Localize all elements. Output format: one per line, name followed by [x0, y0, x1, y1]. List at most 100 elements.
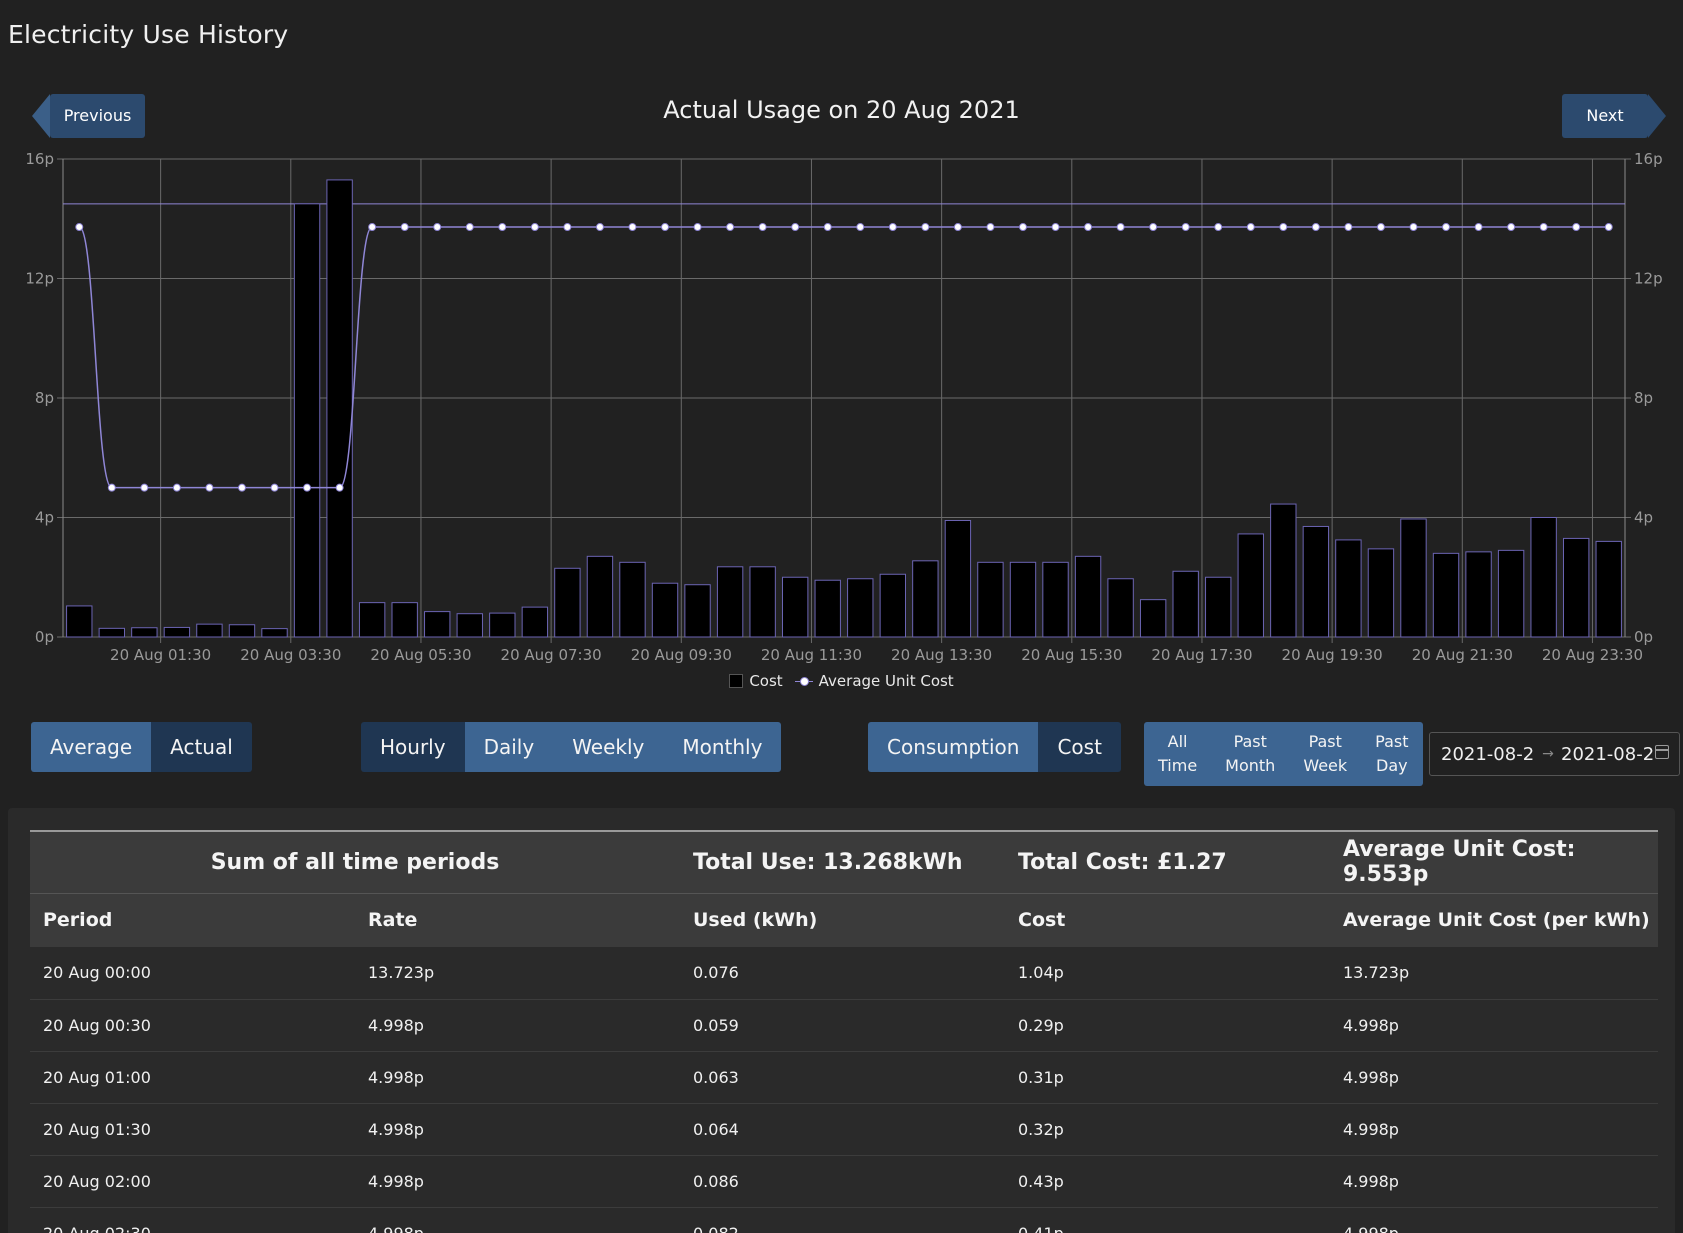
average-unit-cost-point — [107, 483, 116, 492]
average-unit-cost-point — [563, 223, 572, 232]
date-range-picker[interactable]: 2021-08-20 → 2021-08-20 — [1429, 732, 1680, 776]
cell-rate: 4.998p — [368, 1015, 424, 1035]
average-unit-cost-point — [986, 223, 995, 232]
header-cost[interactable]: Cost — [1005, 893, 1330, 947]
average-unit-cost-point — [368, 223, 377, 232]
table-row: 20 Aug 02:30 4.998p 0.082 0.41p 4.998p — [30, 1207, 1658, 1233]
x-tick-label: 20 Aug 07:30 — [501, 646, 602, 664]
monthly-button[interactable]: Monthly — [663, 722, 782, 772]
usage-chart: 0p 0p 4p 4p 8p 8p 12p 12p 16p 16p 20 Aug 01:30 20 A… — [25, 150, 1663, 664]
total-use: Total Use: 13.268kWh — [693, 849, 963, 875]
line-marker-icon — [794, 675, 813, 687]
table-row: 20 Aug 01:30 4.998p 0.064 0.32p 4.998p — [30, 1103, 1658, 1155]
cost-bar — [1465, 551, 1492, 638]
average-unit-cost-point — [1116, 223, 1125, 232]
cost-bar — [358, 602, 386, 638]
cost-bar — [261, 628, 288, 638]
past-day-button[interactable]: Past Day — [1361, 722, 1423, 786]
average-unit-cost-point — [1018, 223, 1027, 232]
table-row: 20 Aug 00:00 13.723p 0.076 1.04p 13.723p — [30, 947, 1658, 999]
average-unit-cost-point — [628, 223, 637, 232]
past-week-button[interactable]: Past Week — [1289, 722, 1362, 786]
average-unit-cost-point — [726, 223, 735, 232]
cost-bar — [1270, 503, 1297, 638]
cost-bar — [98, 627, 126, 638]
all-time-line1: All — [1167, 732, 1188, 751]
interval-toggle: Hourly Daily Weekly Monthly — [361, 722, 782, 772]
cost-button[interactable]: Cost — [1038, 722, 1121, 772]
y-tick-label-right: 8p — [1634, 389, 1653, 407]
cell-cost: 1.04p — [1018, 963, 1064, 983]
cell-cost: 0.41p — [1018, 1223, 1064, 1233]
header-used[interactable]: Used (kWh) — [680, 893, 1005, 947]
next-button[interactable]: Next — [1562, 94, 1666, 138]
x-tick-label: 20 Aug 11:30 — [761, 646, 862, 664]
date-to-input[interactable]: 2021-08-20 — [1561, 744, 1655, 765]
legend-item-average-unit-cost[interactable]: Average Unit Cost — [794, 672, 954, 690]
cell-cost: 0.43p — [1018, 1171, 1064, 1191]
average-unit-cost-point — [693, 223, 702, 232]
cost-bar — [391, 602, 418, 638]
cost-bar — [228, 624, 256, 638]
average-unit-cost-point — [1539, 223, 1548, 232]
x-tick-label: 20 Aug 05:30 — [370, 646, 471, 664]
cost-bar — [1367, 548, 1395, 638]
cost-bar — [684, 584, 711, 638]
actual-button[interactable]: Actual — [151, 722, 252, 772]
past-day-line1: Past — [1375, 732, 1409, 751]
cell-cost: 0.31p — [1018, 1067, 1064, 1087]
hourly-button[interactable]: Hourly — [361, 722, 465, 772]
legend-label-average-unit-cost: Average Unit Cost — [818, 672, 954, 690]
average-unit-cost-point — [1507, 223, 1516, 232]
chart-legend: Cost Average Unit Cost — [0, 672, 1683, 690]
cost-bar — [1335, 539, 1362, 638]
cell-average: 4.998p — [1343, 1171, 1399, 1191]
cell-rate: 4.998p — [368, 1171, 424, 1191]
average-unit-cost-point — [758, 223, 767, 232]
past-day-line2: Day — [1376, 756, 1408, 775]
past-month-line2: Month — [1225, 756, 1276, 775]
cost-bar — [1042, 561, 1069, 638]
average-unit-cost-point — [1474, 223, 1483, 232]
daily-button[interactable]: Daily — [464, 722, 554, 772]
header-rate[interactable]: Rate — [355, 893, 680, 947]
average-unit-cost-point — [335, 483, 344, 492]
mode-toggle: Average Actual — [31, 722, 252, 772]
average-unit-cost-point — [1442, 223, 1451, 232]
past-month-button[interactable]: Past Month — [1211, 722, 1290, 786]
cost-bar — [131, 627, 158, 638]
cost-bar — [847, 578, 874, 638]
average-unit-cost-point — [1279, 223, 1288, 232]
calendar-icon[interactable] — [1655, 745, 1669, 759]
average-unit-cost-point — [1084, 223, 1093, 232]
past-week-line2: Week — [1303, 756, 1348, 775]
legend-item-cost[interactable]: Cost — [729, 672, 783, 690]
cost-bar — [912, 560, 939, 638]
cell-used: 0.082 — [693, 1223, 739, 1233]
cost-bar — [424, 611, 451, 638]
cell-period: 20 Aug 00:30 — [43, 1015, 151, 1035]
consumption-button[interactable]: Consumption — [868, 722, 1039, 772]
date-from-input[interactable]: 2021-08-20 — [1441, 744, 1535, 765]
average-unit-cost-point — [140, 483, 149, 492]
average-unit-cost-point — [1149, 223, 1158, 232]
y-tick-label-right: 12p — [1634, 270, 1663, 288]
cost-bar — [554, 567, 581, 638]
cost-bar — [977, 561, 1004, 638]
weekly-button[interactable]: Weekly — [553, 722, 664, 772]
cost-bar — [651, 582, 679, 638]
all-time-button[interactable]: All Time — [1144, 722, 1212, 786]
y-tick-label-right: 4p — [1634, 509, 1653, 527]
table-row: 20 Aug 02:00 4.998p 0.086 0.43p 4.998p — [30, 1155, 1658, 1207]
average-unit-cost-point — [1409, 223, 1418, 232]
cost-bar — [489, 612, 516, 638]
cost-bar — [1205, 576, 1232, 638]
average-button[interactable]: Average — [31, 722, 152, 772]
table-row: 20 Aug 00:30 4.998p 0.059 0.29p 4.998p — [30, 999, 1658, 1051]
header-average-unit-cost[interactable]: Average Unit Cost (per kWh) — [1330, 893, 1658, 947]
header-period[interactable]: Period — [30, 893, 355, 947]
average-unit-cost-point — [205, 483, 214, 492]
cost-bar — [1595, 540, 1622, 638]
cost-bar — [586, 555, 614, 638]
cost-bar — [814, 579, 841, 638]
